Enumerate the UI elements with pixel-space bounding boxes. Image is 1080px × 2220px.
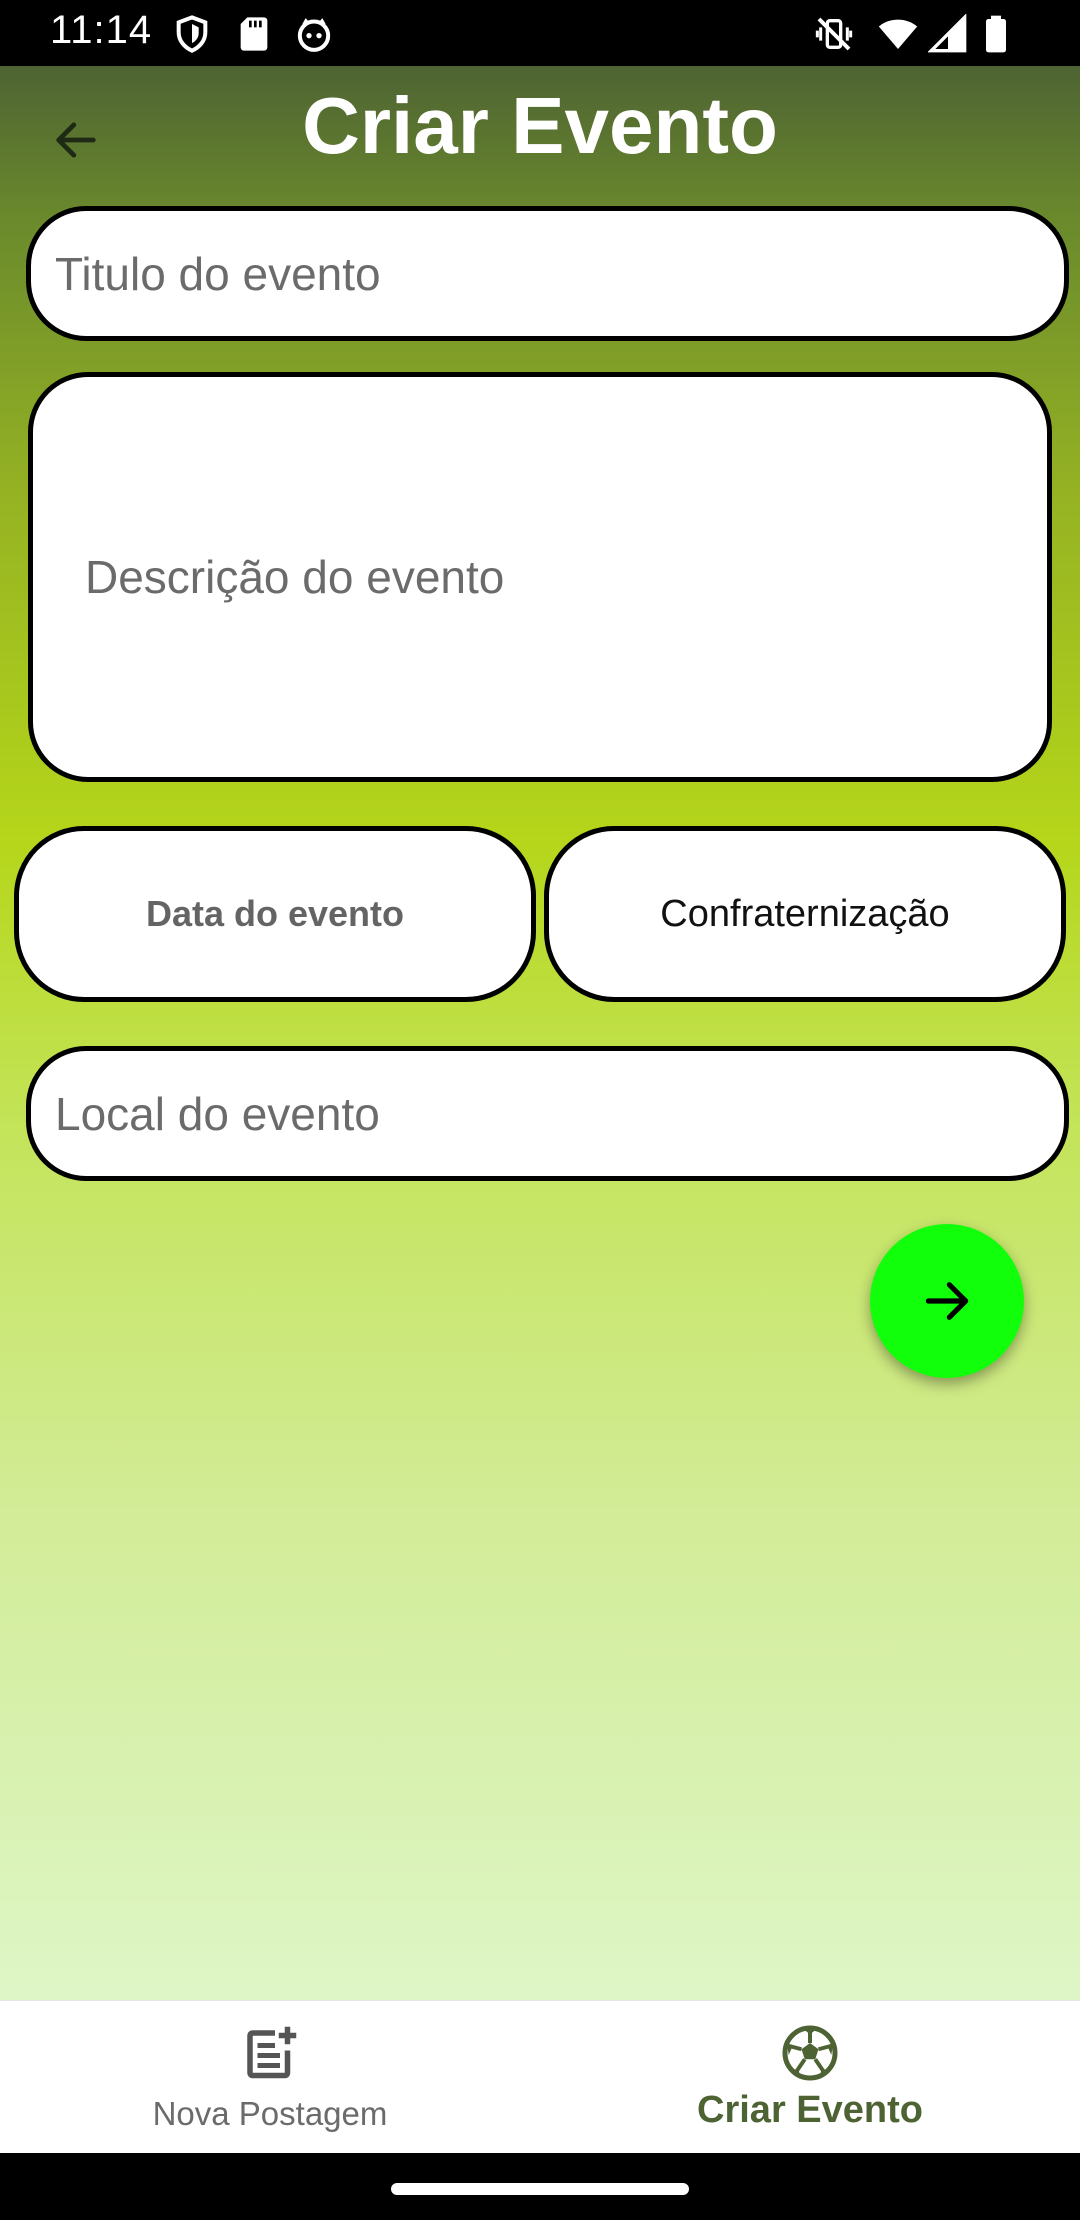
event-location-input[interactable]: Local do evento	[26, 1046, 1069, 1181]
gesture-bar	[0, 2153, 1080, 2220]
signal-icon	[928, 14, 967, 53]
sd-card-icon	[240, 17, 268, 51]
status-time: 11:14	[50, 8, 153, 52]
event-description-placeholder: Descrição do evento	[85, 551, 505, 603]
battery-icon	[986, 15, 1006, 53]
soccer-ball-icon	[782, 2025, 838, 2081]
submit-fab-button[interactable]	[870, 1224, 1024, 1378]
event-title-placeholder: Titulo do evento	[55, 247, 381, 300]
nav-item-nova-postagem[interactable]: Nova Postagem	[0, 2001, 540, 2154]
event-type-button[interactable]: Confraternização	[544, 826, 1066, 1002]
content-area: Criar Evento Titulo do evento Descrição …	[0, 66, 1080, 2000]
event-title-input[interactable]: Titulo do evento	[26, 206, 1069, 341]
post-add-icon	[247, 2026, 297, 2079]
bottom-navigation: Nova Postagem Criar Evento	[0, 2000, 1080, 2154]
status-bar: 11:14	[0, 0, 1080, 66]
event-type-label: Confraternização	[660, 892, 950, 935]
vibrate-off-icon	[815, 17, 853, 51]
home-gesture-handle[interactable]	[391, 2183, 689, 2195]
shield-icon	[176, 15, 208, 53]
nav-label-criar-evento: Criar Evento	[697, 2089, 923, 2131]
event-location-placeholder: Local do evento	[55, 1087, 380, 1140]
nav-label-nova-postagem: Nova Postagem	[152, 2095, 388, 2132]
screen: 11:14 Criar Evento Titulo do evento Desc…	[0, 0, 1080, 2220]
cat-face-icon	[297, 18, 331, 52]
nav-item-criar-evento[interactable]: Criar Evento	[540, 2001, 1080, 2154]
event-description-input[interactable]: Descrição do evento	[28, 372, 1052, 782]
event-date-label: Data do evento	[145, 893, 405, 934]
page-title: Criar Evento	[302, 81, 778, 170]
event-date-button[interactable]: Data do evento	[14, 826, 536, 1002]
arrow-right-icon	[925, 1282, 969, 1320]
wifi-icon	[878, 19, 918, 49]
